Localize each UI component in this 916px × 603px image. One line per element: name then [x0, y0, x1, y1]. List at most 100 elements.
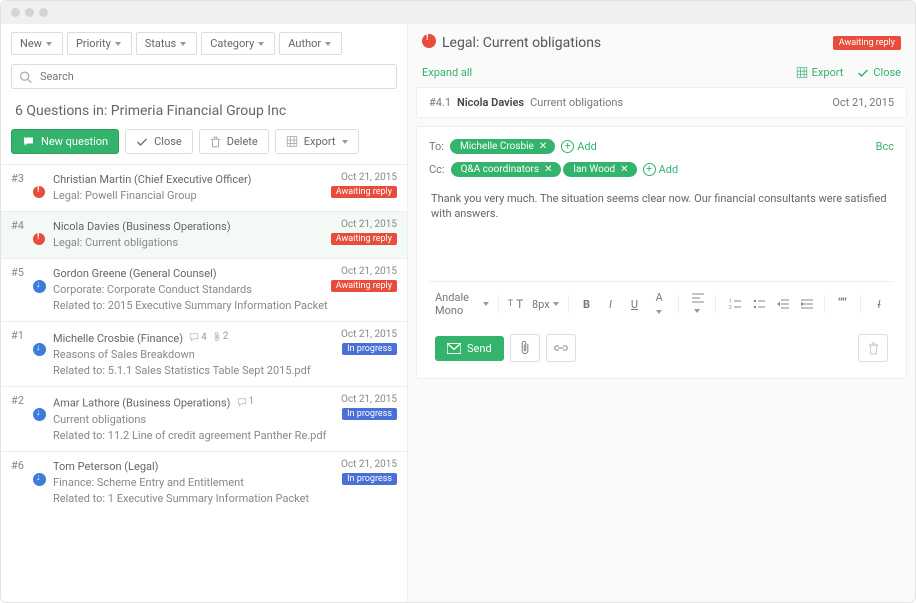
align-button[interactable] — [688, 291, 706, 318]
related-label: Related to: — [53, 299, 105, 312]
detail-tools: Expand all Export Close — [408, 62, 915, 87]
quote-button[interactable]: ““ — [833, 294, 851, 314]
status-badge: In progress — [342, 473, 397, 485]
attach-button[interactable] — [510, 334, 540, 362]
filter-new[interactable]: New — [11, 32, 63, 55]
new-question-button[interactable]: New question — [11, 129, 119, 154]
filter-toolbar: New Priority Status Category Author — [1, 24, 407, 59]
question-idx: #5 — [11, 266, 33, 314]
filter-priority[interactable]: Priority — [67, 32, 132, 55]
bcc-link[interactable]: Bcc — [876, 140, 894, 153]
discard-button[interactable] — [858, 334, 888, 362]
related-label: Related to: — [53, 364, 105, 377]
chevron-down-icon — [258, 42, 264, 46]
export-link[interactable]: Export — [796, 66, 844, 79]
filter-status[interactable]: Status — [136, 32, 197, 55]
related-link[interactable]: 5.1.1 Sales Statistics Table Sept 2015.p… — [108, 364, 311, 377]
add-to-recipient[interactable]: +Add — [561, 140, 597, 153]
app-window: New Priority Status Category Author 6 Qu… — [0, 0, 916, 603]
cc-chip[interactable]: Ian Wood ✕ — [563, 162, 636, 177]
status-icon — [33, 266, 53, 314]
table-icon — [796, 67, 808, 78]
add-cc-recipient[interactable]: +Add — [643, 163, 679, 176]
status-icon — [33, 329, 53, 379]
delete-button[interactable]: Delete — [199, 129, 269, 154]
text-color-button[interactable]: A — [649, 289, 669, 319]
unordered-list-button[interactable] — [749, 297, 767, 311]
check-icon — [136, 136, 148, 148]
question-item[interactable]: #2Amar Lathore (Business Operations) 1Cu… — [1, 386, 407, 451]
reply-card: To: Michelle Crosbie✕ +Add Bcc Cc: Q&A c… — [416, 126, 907, 379]
related-link[interactable]: 11.2 Line of credit agreement Panther Re… — [108, 429, 327, 442]
trash-icon — [210, 136, 221, 148]
status-badge: Awaiting reply — [833, 36, 901, 50]
cc-chip[interactable]: Q&A coordinators ✕ — [451, 162, 561, 177]
table-icon — [286, 136, 298, 147]
remove-icon[interactable]: ✕ — [620, 164, 628, 175]
outdent-button[interactable] — [773, 297, 791, 311]
question-item[interactable]: #6Tom Peterson (Legal)Finance: Scheme En… — [1, 451, 407, 514]
underline-button[interactable]: U — [625, 296, 643, 313]
send-bar: Send — [429, 326, 894, 370]
editor-toolbar: Andale Mono TT 8px B I U A 12 — [429, 281, 894, 326]
chip-label: Ian Wood — [573, 164, 615, 175]
detail-title: Legal: Current obligations — [442, 35, 601, 51]
question-date: Oct 21, 2015 — [331, 172, 397, 183]
question-idx: #4 — [11, 219, 33, 251]
question-item[interactable]: #3Christian Martin (Chief Executive Offi… — [1, 164, 407, 211]
search-input[interactable] — [11, 64, 397, 89]
expand-all-link[interactable]: Expand all — [422, 66, 472, 79]
remove-icon[interactable]: ✕ — [544, 164, 552, 175]
thread-author: Nicola Davies — [457, 96, 524, 109]
related-link[interactable]: 2015 Executive Summary Information Packe… — [108, 299, 328, 312]
thread-date: Oct 21, 2015 — [832, 96, 894, 109]
close-button[interactable]: Close — [125, 129, 193, 154]
send-button[interactable]: Send — [435, 336, 504, 361]
italic-button[interactable]: I — [601, 296, 619, 313]
window-dot — [11, 8, 20, 17]
bold-button[interactable]: B — [577, 296, 595, 313]
question-idx: #6 — [11, 459, 33, 507]
cc-label: Cc: — [429, 163, 445, 176]
message-body[interactable]: Thank you very much. The situation seems… — [429, 181, 894, 281]
status-icon — [33, 172, 53, 204]
chevron-down-icon — [115, 42, 121, 46]
question-date: Oct 21, 2015 — [341, 459, 397, 470]
svg-text:2: 2 — [729, 305, 732, 309]
status-icon — [33, 394, 53, 444]
question-idx: #3 — [11, 172, 33, 204]
question-item[interactable]: #4Nicola Davies (Business Operations)Leg… — [1, 211, 407, 258]
to-row: To: Michelle Crosbie✕ +Add Bcc — [429, 135, 894, 158]
filter-author[interactable]: Author — [279, 32, 342, 55]
related-link[interactable]: 1 Executive Summary Information Packet — [108, 492, 309, 505]
status-badge: Awaiting reply — [331, 280, 397, 292]
thread-subject: Current obligations — [530, 96, 623, 109]
check-icon — [857, 67, 869, 79]
indent-button[interactable] — [797, 297, 815, 311]
font-select[interactable]: Andale Mono — [435, 291, 489, 317]
question-date: Oct 21, 2015 — [341, 329, 397, 340]
question-item[interactable]: #5Gordon Greene (General Counsel)Corpora… — [1, 258, 407, 321]
question-item[interactable]: #1Michelle Crosbie (Finance) 4 2Reasons … — [1, 321, 407, 386]
action-bar: New question Close Delete Export — [1, 129, 407, 164]
close-link[interactable]: Close — [857, 66, 901, 79]
list-title: 6 Questions in: Primeria Financial Group… — [1, 97, 407, 129]
link-button[interactable] — [546, 334, 576, 362]
status-icon — [33, 459, 53, 507]
ordered-list-button[interactable]: 12 — [725, 297, 743, 311]
clear-format-button[interactable]: I — [870, 296, 888, 313]
export-button[interactable]: Export — [275, 129, 359, 154]
detail-header: Legal: Current obligations Awaiting repl… — [408, 24, 915, 62]
remove-icon[interactable]: ✕ — [539, 141, 547, 152]
question-idx: #2 — [11, 394, 33, 444]
thread-item[interactable]: #4.1 Nicola Davies Current obligations O… — [416, 87, 907, 118]
question-list: #3Christian Martin (Chief Executive Offi… — [1, 164, 407, 602]
status-badge: In progress — [342, 408, 397, 420]
status-badge: In progress — [342, 343, 397, 355]
font-size-select[interactable]: TT 8px — [508, 297, 559, 311]
status-badge: Awaiting reply — [331, 233, 397, 245]
comment-icon: 4 — [189, 330, 207, 346]
filter-category[interactable]: Category — [201, 32, 275, 55]
chip-label: Q&A coordinators — [461, 164, 540, 175]
to-chip[interactable]: Michelle Crosbie✕ — [450, 139, 555, 154]
